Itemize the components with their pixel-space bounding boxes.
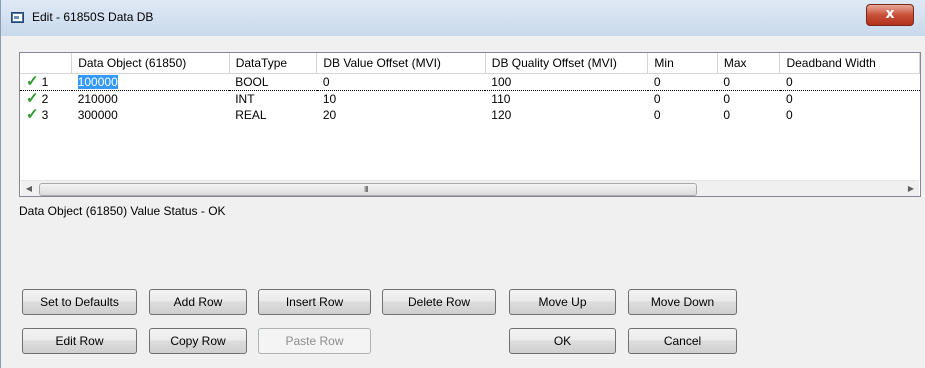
value-status-text: Data Object (61850) Value Status - OK: [19, 204, 226, 218]
move-up-button[interactable]: Move Up: [509, 289, 616, 315]
insert-row-button[interactable]: Insert Row: [258, 289, 371, 315]
deadband-width-cell[interactable]: 0: [780, 107, 920, 123]
valid-check-icon: ✓: [26, 73, 39, 90]
datatype-cell[interactable]: BOOL: [229, 73, 317, 91]
column-header-min[interactable]: Min: [647, 53, 718, 74]
data-object-value: 100000: [77, 75, 118, 89]
row-index: 1: [41, 75, 49, 89]
valid-check-icon: ✓: [26, 90, 39, 107]
db-quality-offset-cell[interactable]: 110: [485, 91, 648, 108]
title-bar[interactable]: Edit - 61850S Data DB x: [1, 0, 925, 36]
db-value-offset-cell[interactable]: 0: [316, 73, 486, 91]
column-header-index[interactable]: [20, 53, 73, 74]
window-title: Edit - 61850S Data DB: [32, 10, 154, 24]
close-button[interactable]: x: [866, 4, 914, 26]
deadband-width-cell[interactable]: 0: [779, 73, 920, 91]
table-row[interactable]: ✓ 2 210000 INT 10 110 0 0 0: [20, 91, 920, 108]
datatype-cell[interactable]: REAL: [229, 107, 317, 123]
table-header-row: Data Object (61850) DataType DB Value Of…: [20, 53, 920, 74]
data-object-cell[interactable]: 100000: [71, 73, 230, 91]
column-header-db-quality-offset[interactable]: DB Quality Offset (MVI): [485, 53, 649, 74]
column-header-datatype[interactable]: DataType: [229, 53, 318, 74]
data-object-cell[interactable]: 210000: [72, 91, 229, 108]
add-row-button[interactable]: Add Row: [149, 289, 247, 315]
max-cell[interactable]: 0: [717, 91, 780, 108]
max-cell[interactable]: 0: [717, 73, 780, 91]
row-index-cell[interactable]: ✓ 1: [20, 73, 72, 91]
valid-check-icon: ✓: [26, 107, 39, 123]
cancel-button[interactable]: Cancel: [628, 328, 737, 354]
min-cell[interactable]: 0: [648, 91, 717, 108]
db-value-offset-cell[interactable]: 20: [317, 107, 485, 123]
copy-row-button[interactable]: Copy Row: [149, 328, 247, 354]
ok-button[interactable]: OK: [509, 328, 616, 354]
scroll-grip-icon: III: [364, 185, 369, 194]
row-index-cell[interactable]: ✓ 3: [20, 107, 72, 123]
data-db-grid[interactable]: Data Object (61850) DataType DB Value Of…: [19, 52, 921, 197]
row-index: 2: [41, 92, 49, 106]
horizontal-scrollbar[interactable]: ◀ III ▶: [21, 180, 919, 196]
scroll-left-arrow-icon[interactable]: ◀: [21, 181, 37, 196]
scroll-thumb[interactable]: III: [39, 183, 697, 196]
edit-row-button[interactable]: Edit Row: [22, 328, 137, 354]
db-value-offset-cell[interactable]: 10: [317, 91, 485, 108]
move-down-button[interactable]: Move Down: [628, 289, 737, 315]
row-index-cell[interactable]: ✓ 2: [20, 91, 72, 108]
row-index: 3: [41, 108, 49, 122]
column-header-db-value-offset[interactable]: DB Value Offset (MVI): [316, 53, 486, 74]
min-cell[interactable]: 0: [647, 73, 718, 91]
min-cell[interactable]: 0: [648, 107, 717, 123]
column-header-data-object[interactable]: Data Object (61850): [71, 53, 230, 74]
deadband-width-cell[interactable]: 0: [780, 91, 920, 108]
delete-row-button[interactable]: Delete Row: [382, 289, 496, 315]
db-quality-offset-cell[interactable]: 120: [485, 107, 648, 123]
data-db-table: Data Object (61850) DataType DB Value Of…: [20, 53, 920, 123]
window-app-icon: [11, 12, 24, 23]
datatype-cell[interactable]: INT: [229, 91, 317, 108]
data-object-cell[interactable]: 300000: [72, 107, 229, 123]
column-header-max[interactable]: Max: [717, 53, 781, 74]
max-cell[interactable]: 0: [717, 107, 780, 123]
table-row[interactable]: ✓ 1 100000 BOOL 0 100 0 0 0: [20, 73, 920, 91]
column-header-deadband-width[interactable]: Deadband Width: [779, 53, 920, 74]
set-to-defaults-button[interactable]: Set to Defaults: [22, 289, 137, 315]
db-quality-offset-cell[interactable]: 100: [485, 73, 648, 91]
scroll-right-arrow-icon[interactable]: ▶: [903, 181, 919, 196]
table-row[interactable]: ✓ 3 300000 REAL 20 120 0 0 0: [20, 107, 920, 123]
paste-row-button[interactable]: Paste Row: [258, 328, 371, 354]
